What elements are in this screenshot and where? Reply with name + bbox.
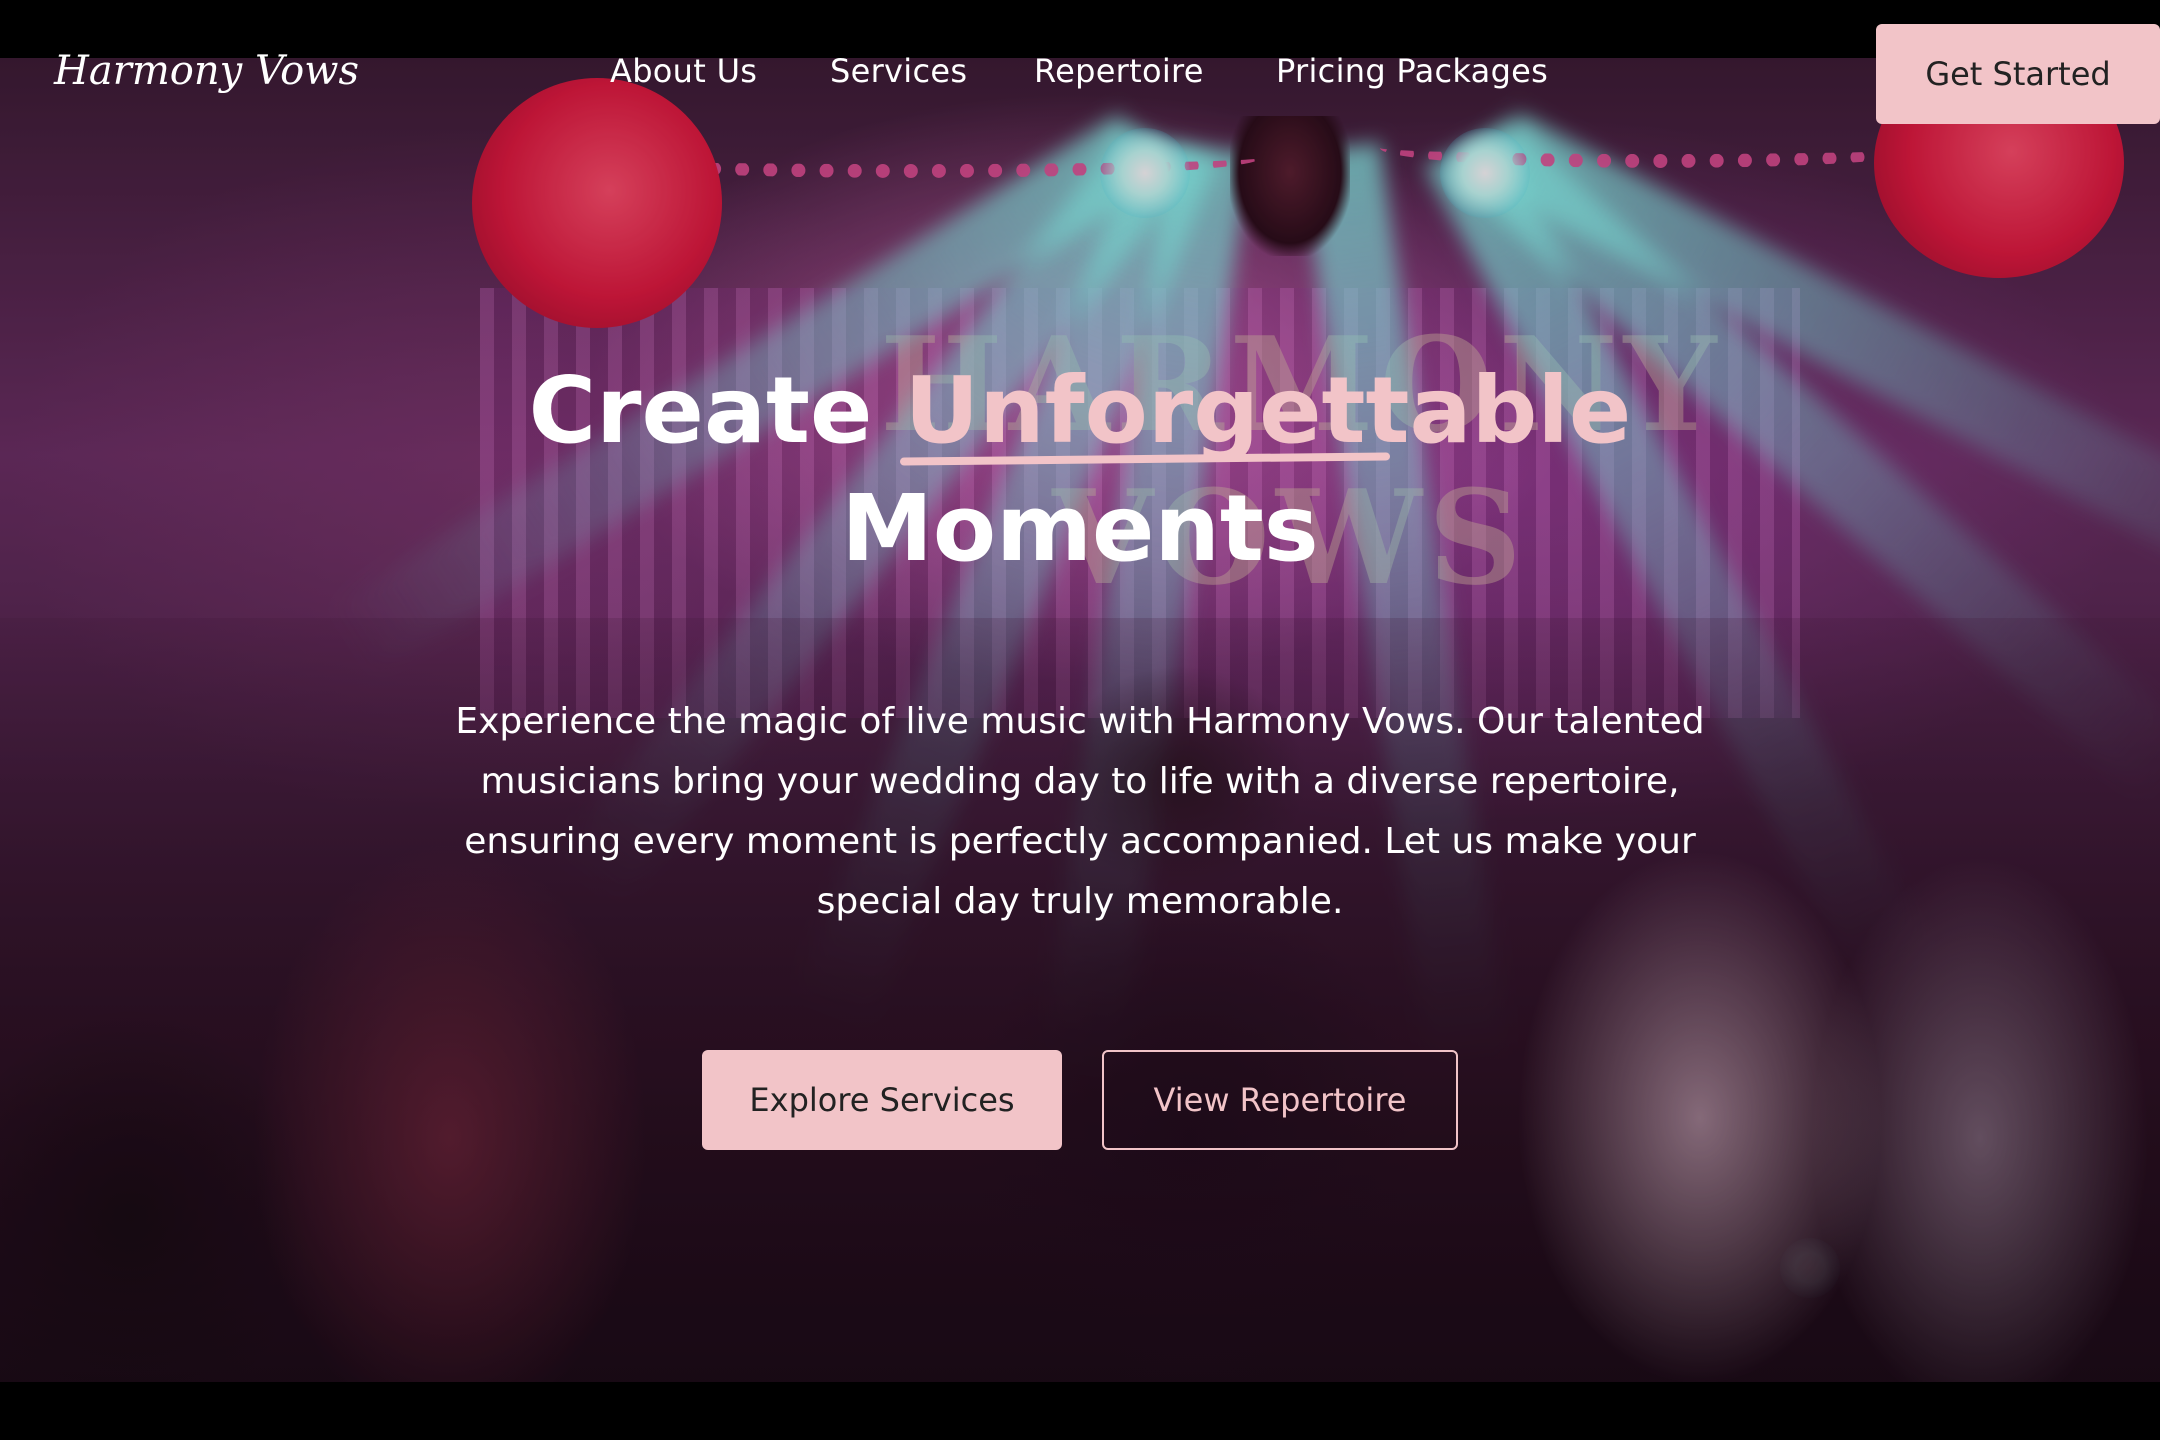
nav-link-pricing-packages[interactable]: Pricing Packages [1276,52,1548,90]
nav-link-services[interactable]: Services [830,52,967,90]
main-nav: About Us Services Repertoire Pricing Pac… [0,52,2160,102]
headline-accent-text: Unforgettable [904,357,1632,464]
bottom-band [0,1382,2160,1440]
explore-services-button[interactable]: Explore Services [702,1050,1062,1150]
get-started-button[interactable]: Get Started [1876,24,2160,124]
nav-link-repertoire[interactable]: Repertoire [1034,52,1204,90]
hero-subtext: Experience the magic of live music with … [455,701,1705,922]
nav-link-about-us[interactable]: About Us [610,52,757,90]
hero-headline: Create Unforgettable Moments [360,352,1800,588]
headline-text: Create [528,357,873,464]
view-repertoire-button[interactable]: View Repertoire [1102,1050,1458,1150]
headline-text: Moments [841,475,1319,582]
